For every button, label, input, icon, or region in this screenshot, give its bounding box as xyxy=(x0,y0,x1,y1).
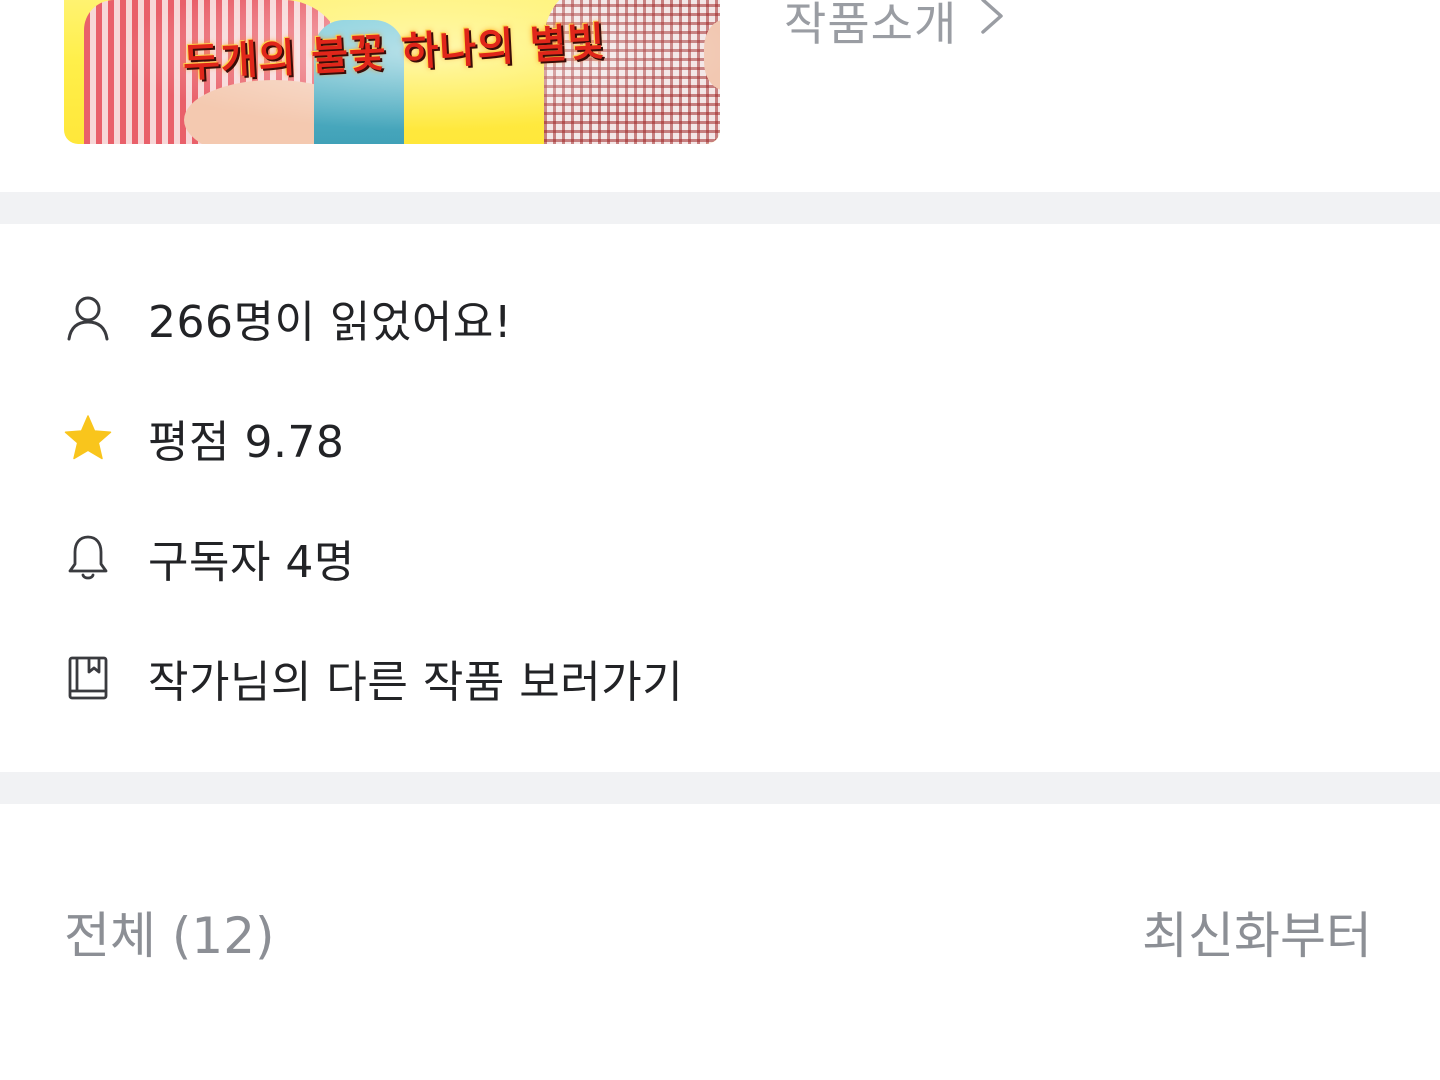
book-icon xyxy=(64,654,112,702)
chevron-right-icon xyxy=(979,0,1005,47)
intro-link-label: 작품소개 xyxy=(784,0,958,51)
page: 두개의 불꽃 하나의 별빛 작품소개 266명이 읽었어요! 평점 9.78 구… xyxy=(0,0,1440,1080)
readers-count: 266명이 읽었어요! xyxy=(148,297,512,348)
cover-image[interactable]: 두개의 불꽃 하나의 별빛 xyxy=(64,0,720,144)
bell-icon xyxy=(64,534,112,582)
other-works-row[interactable]: 작가님의 다른 작품 보러가기 xyxy=(64,648,683,708)
episode-list-header: 전체 (12) 최신화부터 xyxy=(0,804,1440,1080)
episode-total: 전체 (12) xyxy=(64,907,275,965)
section-divider xyxy=(0,192,1440,224)
work-info-list: 266명이 읽었어요! 평점 9.78 구독자 4명 작가님의 다른 작품 보러… xyxy=(0,224,1440,772)
star-icon xyxy=(64,414,112,462)
person-icon xyxy=(64,294,112,342)
subscribers-row[interactable]: 구독자 4명 xyxy=(64,528,355,588)
section-divider xyxy=(0,772,1440,804)
intro-link[interactable]: 작품소개 xyxy=(784,0,1005,54)
subscribers-count: 구독자 4명 xyxy=(148,537,355,588)
readers-row: 266명이 읽었어요! xyxy=(64,288,512,348)
other-works-link[interactable]: 작가님의 다른 작품 보러가기 xyxy=(148,646,683,710)
rating-score: 평점 9.78 xyxy=(148,417,345,468)
sort-order-button[interactable]: 최신화부터 xyxy=(1142,896,1372,968)
rating-row: 평점 9.78 xyxy=(64,408,344,468)
header-section: 두개의 불꽃 하나의 별빛 작품소개 xyxy=(0,0,1440,192)
